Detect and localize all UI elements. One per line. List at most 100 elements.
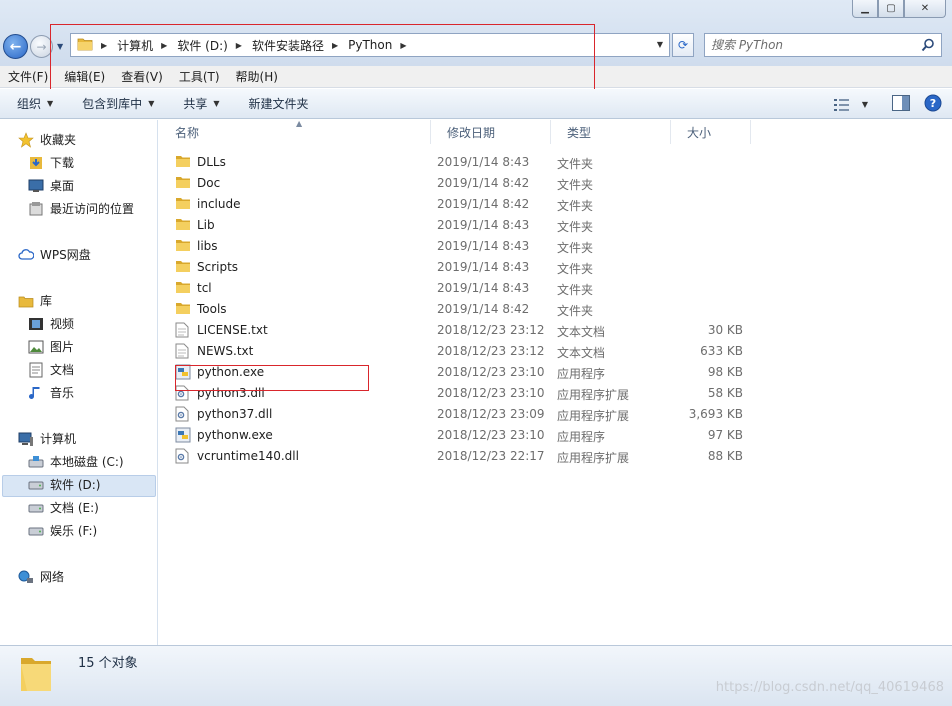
- file-name-cell: NEWS.txt: [175, 343, 253, 359]
- file-row[interactable]: Lib 2019/1/14 8:43 文件夹: [159, 215, 779, 236]
- file-row[interactable]: tcl 2019/1/14 8:43 文件夹: [159, 278, 779, 299]
- title-bar: ▁ ▢ ✕ ← → ▼ ▶ 计算机 ▶ 软件 (D:) ▶ 软件安装路径 ▶ PyTh…: [0, 0, 952, 66]
- minimize-button[interactable]: ▁: [852, 0, 878, 18]
- nav-drive-f[interactable]: 娱乐 (F:): [28, 522, 97, 539]
- view-controls: ▼ ?: [833, 94, 942, 115]
- breadcrumb-label: 软件安装路径: [251, 38, 324, 53]
- nav-documents[interactable]: 文档: [28, 361, 74, 378]
- nav-drive-c[interactable]: 本地磁盘 (C:): [28, 453, 124, 470]
- menu-view[interactable]: 查看(V): [113, 68, 171, 85]
- column-header-size[interactable]: 大小: [671, 120, 751, 144]
- arrow-left-icon: ←: [9, 38, 22, 55]
- file-date: 2018/12/23 23:12: [437, 344, 545, 358]
- breadcrumb-separator-root[interactable]: ▶: [93, 41, 117, 50]
- recent-pages-dropdown[interactable]: ▼: [57, 42, 63, 51]
- share-button[interactable]: 共享 ▼: [166, 95, 231, 112]
- file-row[interactable]: python37.dll 2018/12/23 23:09 应用程序扩展 3,693 …: [159, 404, 779, 425]
- breadcrumb-label: 软件 (D:): [177, 38, 228, 53]
- cmd-label: 新建文件夹: [248, 97, 309, 111]
- nav-libraries[interactable]: 库: [18, 292, 52, 309]
- menu-file[interactable]: 文件(F): [0, 68, 56, 85]
- chevron-right-icon[interactable]: ▶: [400, 41, 406, 50]
- close-icon: ✕: [920, 3, 930, 14]
- file-date: 2018/12/23 23:12: [437, 323, 545, 337]
- file-row[interactable]: include 2019/1/14 8:42 文件夹: [159, 194, 779, 215]
- file-row[interactable]: DLLs 2019/1/14 8:43 文件夹: [159, 152, 779, 173]
- refresh-button[interactable]: ⟳: [672, 33, 694, 57]
- search-input[interactable]: [711, 34, 911, 56]
- breadcrumb-drive-d[interactable]: 软件 (D:) ▶: [177, 37, 252, 54]
- preview-pane-button[interactable]: [892, 95, 910, 114]
- nav-pictures[interactable]: 图片: [28, 338, 74, 355]
- nav-downloads[interactable]: 下载: [28, 154, 74, 171]
- maximize-button[interactable]: ▢: [878, 0, 904, 18]
- file-date: 2019/1/14 8:43: [437, 281, 530, 295]
- nav-desktop[interactable]: 桌面: [28, 177, 74, 194]
- include-in-library-button[interactable]: 包含到库中 ▼: [65, 95, 166, 112]
- file-date: 2019/1/14 8:43: [437, 155, 530, 169]
- organize-button[interactable]: 组织 ▼: [0, 95, 65, 112]
- file-row[interactable]: Tools 2019/1/14 8:42 文件夹: [159, 299, 779, 320]
- dll-file-icon: [175, 448, 191, 464]
- close-button[interactable]: ✕: [904, 0, 946, 18]
- documents-icon: [28, 362, 44, 378]
- file-row[interactable]: libs 2019/1/14 8:43 文件夹: [159, 236, 779, 257]
- file-row[interactable]: pythonw.exe 2018/12/23 23:10 应用程序 97 KB: [159, 425, 779, 446]
- file-size: 88 KB: [707, 449, 743, 463]
- nav-favorites[interactable]: 收藏夹: [18, 131, 76, 148]
- file-row[interactable]: Scripts 2019/1/14 8:43 文件夹: [159, 257, 779, 278]
- nav-computer[interactable]: 计算机: [18, 430, 76, 447]
- file-size: 58 KB: [707, 386, 743, 400]
- column-label: 大小: [687, 125, 712, 140]
- chevron-right-icon[interactable]: ▶: [236, 41, 242, 50]
- column-header-date[interactable]: 修改日期: [431, 120, 551, 144]
- file-row[interactable]: python3.dll 2018/12/23 23:10 应用程序扩展 58 KB: [159, 383, 779, 404]
- file-row[interactable]: python.exe 2018/12/23 23:10 应用程序 98 KB: [159, 362, 779, 383]
- nav-videos[interactable]: 视频: [28, 315, 74, 332]
- back-button[interactable]: ←: [3, 34, 28, 59]
- nav-label: 桌面: [50, 179, 75, 193]
- folder-icon: [175, 217, 191, 233]
- menu-help[interactable]: 帮助(H): [228, 68, 286, 85]
- folder-icon: [175, 259, 191, 275]
- chevron-right-icon[interactable]: ▶: [161, 41, 167, 50]
- file-type: 文件夹: [557, 241, 594, 255]
- nav-drive-d[interactable]: 软件 (D:): [28, 476, 100, 493]
- view-options-button[interactable]: ▼: [833, 98, 868, 111]
- breadcrumb-install-path[interactable]: 软件安装路径 ▶: [252, 37, 348, 54]
- file-row[interactable]: NEWS.txt 2018/12/23 23:12 文本文档 633 KB: [159, 341, 779, 362]
- column-header-type[interactable]: 类型: [551, 120, 671, 144]
- address-dropdown[interactable]: ▼: [657, 40, 663, 49]
- item-count: 15 个对象: [78, 656, 138, 671]
- nav-drive-e[interactable]: 文档 (E:): [28, 499, 99, 516]
- file-date: 2019/1/14 8:42: [437, 302, 530, 316]
- file-type: 文本文档: [557, 325, 606, 339]
- nav-network[interactable]: 网络: [18, 568, 64, 585]
- forward-button[interactable]: →: [30, 35, 53, 58]
- file-row[interactable]: LICENSE.txt 2018/12/23 23:12 文本文档 30 KB: [159, 320, 779, 341]
- cloud-icon: [18, 247, 34, 263]
- file-name-cell: Scripts: [175, 259, 238, 275]
- menu-edit[interactable]: 编辑(E): [56, 68, 113, 85]
- breadcrumb-computer[interactable]: 计算机 ▶: [117, 37, 177, 54]
- nav-music[interactable]: 音乐: [28, 384, 74, 401]
- file-type: 文件夹: [557, 178, 594, 192]
- nav-recent-places[interactable]: 最近访问的位置: [28, 200, 134, 217]
- help-button[interactable]: ?: [924, 94, 942, 115]
- file-row[interactable]: vcruntime140.dll 2018/12/23 22:17 应用程序扩展 88…: [159, 446, 779, 467]
- python-exe-icon: [175, 364, 191, 380]
- new-folder-button[interactable]: 新建文件夹: [232, 95, 321, 112]
- search-icon[interactable]: [921, 38, 935, 55]
- nav-wps-cloud[interactable]: WPS网盘: [18, 246, 91, 263]
- file-name-cell: vcruntime140.dll: [175, 448, 299, 464]
- nav-label: 库: [40, 294, 53, 308]
- file-type: 应用程序: [557, 367, 606, 381]
- cmd-label: 共享: [183, 97, 208, 111]
- file-type: 文件夹: [557, 283, 594, 297]
- address-bar[interactable]: ▶ 计算机 ▶ 软件 (D:) ▶ 软件安装路径 ▶ PyThon ▶ ▼: [70, 33, 670, 57]
- chevron-right-icon[interactable]: ▶: [332, 41, 338, 50]
- breadcrumb-python[interactable]: PyThon ▶: [348, 38, 416, 52]
- file-row[interactable]: Doc 2019/1/14 8:42 文件夹: [159, 173, 779, 194]
- column-header-name[interactable]: 名称: [159, 120, 431, 144]
- menu-tools[interactable]: 工具(T): [171, 68, 228, 85]
